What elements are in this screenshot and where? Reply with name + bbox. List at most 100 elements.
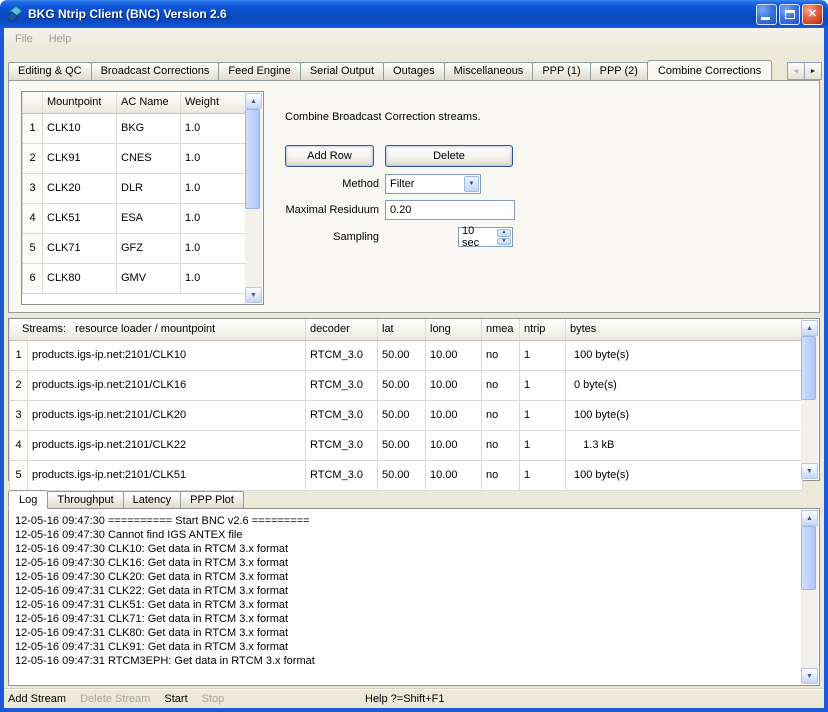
menu-file[interactable]: File: [9, 31, 39, 47]
tab-outages[interactable]: Outages: [383, 62, 445, 80]
tab-log[interactable]: Log: [8, 490, 48, 509]
bytes-cell: 100 byte(s): [566, 340, 803, 370]
weight-cell[interactable]: 1.0: [181, 263, 247, 293]
tab-editing-qc[interactable]: Editing & QC: [8, 62, 92, 80]
add-row-button[interactable]: Add Row: [285, 145, 374, 167]
log-line: 12-05-16 09:47:31 CLK22: Get data in RTC…: [15, 584, 801, 598]
decoder-cell: RTCM_3.0: [306, 370, 378, 400]
method-combobox[interactable]: Filter ▼: [385, 174, 481, 194]
scrollbar-track[interactable]: [245, 109, 262, 287]
ac-name-cell[interactable]: ESA: [117, 203, 181, 233]
ac-name-cell[interactable]: BKG: [117, 113, 181, 143]
row-number: 4: [23, 203, 43, 233]
column-header: Streams: resource loader / mountpoint: [10, 319, 306, 340]
nmea-cell: no: [482, 400, 520, 430]
scrollbar-up-icon[interactable]: ▲: [245, 93, 262, 109]
main-tab-bar: Editing & QCBroadcast CorrectionsFeed En…: [8, 59, 778, 80]
method-value: Filter: [386, 178, 464, 190]
tab-ppp-1[interactable]: PPP (1): [532, 62, 590, 80]
menu-bar: File Help: [4, 28, 824, 50]
start-action[interactable]: Start: [164, 693, 187, 705]
close-button[interactable]: ✕: [802, 4, 823, 25]
scrollbar-down-icon[interactable]: ▼: [801, 668, 818, 684]
title-bar[interactable]: BKG Ntrip Client (BNC) Version 2.6 ✕: [0, 0, 828, 28]
tab-combine-corrections[interactable]: Combine Corrections: [647, 60, 772, 80]
spin-down-icon[interactable]: ▼: [497, 238, 511, 246]
ac-name-cell[interactable]: CNES: [117, 143, 181, 173]
table-header-row: MountpointAC NameWeight: [23, 92, 247, 113]
mount-table-row: 1CLK10BKG1.0: [23, 113, 247, 143]
scrollbar-track[interactable]: [801, 336, 818, 463]
weight-cell[interactable]: 1.0: [181, 143, 247, 173]
tab-latency[interactable]: Latency: [123, 491, 182, 508]
row-number: 1: [10, 340, 28, 370]
tab-miscellaneous[interactable]: Miscellaneous: [444, 62, 534, 80]
mountpoint-cell[interactable]: CLK51: [43, 203, 117, 233]
row-number: 4: [10, 430, 28, 460]
lat-cell: 50.00: [378, 400, 426, 430]
scrollbar-down-icon[interactable]: ▼: [245, 287, 262, 303]
scrollbar-thumb[interactable]: [245, 109, 260, 209]
row-number: 3: [10, 400, 28, 430]
mountpoint-cell[interactable]: CLK71: [43, 233, 117, 263]
tab-scroll-right-button[interactable]: ►: [804, 62, 822, 80]
log-scrollbar[interactable]: ▲▼: [801, 510, 818, 684]
maximize-button[interactable]: [779, 4, 800, 25]
spin-up-icon[interactable]: ▲: [497, 229, 511, 237]
tab-ppp-2[interactable]: PPP (2): [590, 62, 648, 80]
combine-table-scrollbar[interactable]: ▲▼: [245, 93, 262, 303]
mount-table: MountpointAC NameWeight 1CLK10BKG1.02CLK…: [22, 92, 247, 294]
log-line: 12-05-16 09:47:30 CLK10: Get data in RTC…: [15, 542, 801, 556]
long-cell: 10.00: [426, 340, 482, 370]
stream-row[interactable]: 3products.igs-ip.net:2101/CLK20RTCM_3.05…: [10, 400, 803, 430]
combo-dropdown-icon[interactable]: ▼: [464, 176, 479, 192]
sampling-spinbox[interactable]: 10 sec ▲ ▼: [458, 227, 513, 247]
nmea-cell: no: [482, 430, 520, 460]
mountpoint-cell: products.igs-ip.net:2101/CLK20: [28, 400, 306, 430]
stream-row[interactable]: 2products.igs-ip.net:2101/CLK16RTCM_3.05…: [10, 370, 803, 400]
scrollbar-thumb[interactable]: [801, 526, 816, 590]
maximal-residuum-input[interactable]: [385, 200, 515, 220]
stream-row[interactable]: 1products.igs-ip.net:2101/CLK10RTCM_3.05…: [10, 340, 803, 370]
app-icon: [7, 6, 23, 22]
delete-button[interactable]: Delete: [385, 145, 513, 167]
minimize-button[interactable]: [756, 4, 777, 25]
lat-cell: 50.00: [378, 340, 426, 370]
menu-help[interactable]: Help: [43, 31, 78, 47]
ac-name-cell[interactable]: GMV: [117, 263, 181, 293]
close-icon: ✕: [808, 9, 817, 20]
bytes-cell: 0 byte(s): [566, 370, 803, 400]
mountpoint-cell: products.igs-ip.net:2101/CLK51: [28, 460, 306, 490]
mountpoint-cell[interactable]: CLK10: [43, 113, 117, 143]
ac-name-cell[interactable]: GFZ: [117, 233, 181, 263]
tab-throughput[interactable]: Throughput: [47, 491, 123, 508]
row-number: 2: [23, 143, 43, 173]
tab-serial-output[interactable]: Serial Output: [300, 62, 384, 80]
tab-feed-engine[interactable]: Feed Engine: [218, 62, 300, 80]
scrollbar-up-icon[interactable]: ▲: [801, 320, 818, 336]
stream-row[interactable]: 4products.igs-ip.net:2101/CLK22RTCM_3.05…: [10, 430, 803, 460]
panel-description: Combine Broadcast Correction streams.: [285, 111, 481, 123]
weight-cell[interactable]: 1.0: [181, 113, 247, 143]
spin-buttons: ▲ ▼: [497, 229, 511, 245]
row-number: 5: [10, 460, 28, 490]
decoder-cell: RTCM_3.0: [306, 460, 378, 490]
column-header: lat: [378, 319, 426, 340]
mountpoint-cell[interactable]: CLK80: [43, 263, 117, 293]
arrow-right-icon: ►: [810, 68, 817, 75]
scrollbar-down-icon[interactable]: ▼: [801, 463, 818, 479]
scrollbar-thumb[interactable]: [801, 336, 816, 400]
streams-scrollbar[interactable]: ▲▼: [801, 320, 818, 479]
mountpoint-cell[interactable]: CLK91: [43, 143, 117, 173]
stream-row[interactable]: 5products.igs-ip.net:2101/CLK51RTCM_3.05…: [10, 460, 803, 490]
ac-name-cell[interactable]: DLR: [117, 173, 181, 203]
scrollbar-track[interactable]: [801, 526, 818, 668]
mountpoint-cell[interactable]: CLK20: [43, 173, 117, 203]
scrollbar-up-icon[interactable]: ▲: [801, 510, 818, 526]
tab-broadcast-corrections[interactable]: Broadcast Corrections: [91, 62, 220, 80]
add-stream-action[interactable]: Add Stream: [8, 693, 66, 705]
log-line: 12-05-16 09:47:31 CLK91: Get data in RTC…: [15, 640, 801, 654]
bytes-cell: 1.3 kB: [566, 430, 803, 460]
long-cell: 10.00: [426, 430, 482, 460]
tab-ppp-plot[interactable]: PPP Plot: [180, 491, 244, 508]
